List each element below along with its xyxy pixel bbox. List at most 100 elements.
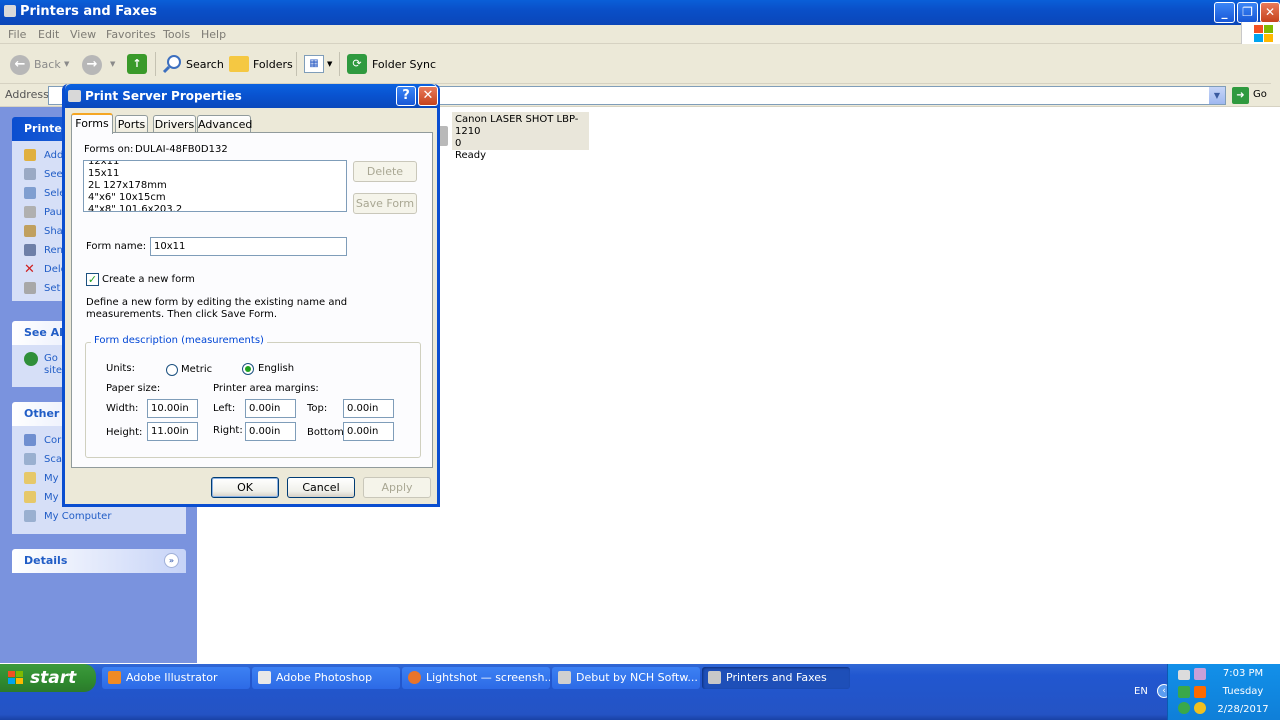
clock-day: Tuesday bbox=[1222, 686, 1264, 697]
task-rename-printer[interactable]: Ren bbox=[44, 245, 63, 256]
task-pause-printing[interactable]: Pau bbox=[44, 207, 62, 218]
folder-sync-icon[interactable]: ⟳ bbox=[347, 54, 367, 74]
place-my-pictures[interactable]: My bbox=[44, 492, 59, 503]
ok-button[interactable]: OK bbox=[211, 477, 279, 498]
maximize-button[interactable]: ❐ bbox=[1237, 2, 1258, 23]
go-arrow-icon[interactable]: ➜ bbox=[1232, 87, 1249, 104]
back-arrow-icon[interactable]: ← bbox=[10, 55, 30, 75]
forward-dropdown-icon[interactable]: ▼ bbox=[110, 60, 115, 68]
back-button[interactable]: Back bbox=[34, 55, 61, 75]
media-icon[interactable] bbox=[1194, 686, 1206, 698]
task-set-properties[interactable]: Set bbox=[44, 283, 60, 294]
search-button[interactable]: Search bbox=[186, 55, 224, 75]
english-label: English bbox=[258, 363, 295, 374]
pause-printing-icon bbox=[24, 206, 36, 218]
set-properties-icon bbox=[24, 282, 36, 294]
task-debut[interactable]: Debut by NCH Softw... bbox=[552, 667, 700, 689]
save-form-button[interactable]: Save Form bbox=[353, 193, 417, 214]
task-adobe-illustrator[interactable]: Adobe Illustrator bbox=[102, 667, 250, 689]
height-input[interactable]: 11.00in bbox=[147, 422, 198, 441]
network-icon[interactable] bbox=[1178, 670, 1190, 680]
tab-forms[interactable]: Forms bbox=[71, 113, 113, 134]
clock-time[interactable]: 7:03 PM bbox=[1213, 668, 1273, 679]
place-my-documents[interactable]: My bbox=[44, 473, 59, 484]
dialog-close-button[interactable]: ✕ bbox=[418, 86, 438, 106]
up-folder-icon[interactable]: ↑ bbox=[127, 54, 147, 74]
task-adobe-photoshop[interactable]: Adobe Photoshop bbox=[252, 667, 400, 689]
details-header[interactable]: Details » bbox=[12, 549, 186, 573]
address-dropdown-icon[interactable]: ▼ bbox=[1209, 87, 1225, 104]
menu-help[interactable]: Help bbox=[201, 28, 226, 41]
list-item[interactable]: 15x11 bbox=[88, 168, 346, 180]
expand-chevron-icon[interactable]: » bbox=[164, 553, 179, 568]
form-name-input[interactable]: 10x11 bbox=[150, 237, 347, 256]
folder-sync-button[interactable]: Folder Sync bbox=[372, 55, 436, 75]
start-button[interactable]: start bbox=[0, 664, 96, 692]
scanners-icon bbox=[24, 453, 36, 465]
task-add-printer[interactable]: Add bbox=[44, 150, 63, 161]
menu-view[interactable]: View bbox=[70, 28, 96, 41]
forms-list[interactable]: 12x11 15x11 2L 127x178mm 4"x6" 10x15cm 4… bbox=[83, 160, 347, 212]
right-margin-input[interactable]: 0.00in bbox=[245, 422, 296, 441]
list-item[interactable]: 4"x6" 10x15cm bbox=[88, 192, 346, 204]
close-button[interactable]: ✕ bbox=[1260, 2, 1280, 23]
height-label: Height: bbox=[106, 427, 143, 438]
see-also-link[interactable]: Go bbox=[44, 353, 58, 364]
back-dropdown-icon[interactable]: ▼ bbox=[64, 60, 69, 68]
see-printing-icon bbox=[24, 168, 36, 180]
printer-item[interactable]: Canon LASER SHOT LBP-1210 0 Ready bbox=[452, 112, 589, 161]
list-item[interactable]: 2L 127x178mm bbox=[88, 180, 346, 192]
forward-arrow-icon[interactable]: → bbox=[82, 55, 102, 75]
bottom-margin-input[interactable]: 0.00in bbox=[343, 422, 394, 441]
create-new-form-checkbox[interactable]: ✓ bbox=[86, 273, 99, 286]
english-radio[interactable] bbox=[242, 363, 254, 375]
sync-icon[interactable] bbox=[1178, 686, 1190, 698]
place-control-panel[interactable]: Cor bbox=[44, 435, 61, 446]
apply-button[interactable]: Apply bbox=[363, 477, 431, 498]
search-icon[interactable] bbox=[162, 54, 182, 74]
debut-icon bbox=[558, 671, 571, 684]
task-share-printer[interactable]: Sha bbox=[44, 226, 63, 237]
cancel-button[interactable]: Cancel bbox=[287, 477, 355, 498]
place-scanners[interactable]: Sca bbox=[44, 454, 62, 465]
right-margin-label: Right: bbox=[213, 425, 243, 436]
pen-icon[interactable] bbox=[1194, 668, 1206, 680]
update-icon[interactable] bbox=[1194, 702, 1206, 714]
task-printers-and-faxes[interactable]: Printers and Faxes bbox=[702, 667, 850, 689]
delete-button[interactable]: Delete bbox=[353, 161, 417, 182]
language-indicator[interactable]: EN bbox=[1134, 686, 1148, 697]
width-input[interactable]: 10.00in bbox=[147, 399, 198, 418]
top-margin-input[interactable]: 0.00in bbox=[343, 399, 394, 418]
security-icon[interactable] bbox=[1178, 702, 1190, 714]
views-dropdown-icon[interactable]: ▼ bbox=[327, 60, 332, 68]
see-also-link-continued[interactable]: site bbox=[44, 365, 62, 376]
printer-folder-icon bbox=[4, 5, 16, 17]
place-my-computer[interactable]: My Computer bbox=[44, 511, 111, 522]
menu-favorites[interactable]: Favorites bbox=[106, 28, 156, 41]
metric-label: Metric bbox=[181, 364, 213, 375]
task-see-printing[interactable]: See bbox=[44, 169, 63, 180]
help-button[interactable]: ? bbox=[396, 86, 416, 106]
folders-button[interactable]: Folders bbox=[253, 55, 293, 75]
metric-radio[interactable] bbox=[166, 364, 178, 376]
printer-margins-label: Printer area margins: bbox=[213, 383, 319, 394]
folders-icon[interactable] bbox=[229, 56, 249, 72]
window-title-bar[interactable]: Printers and Faxes _ ❐ ✕ bbox=[0, 0, 1280, 25]
photoshop-icon bbox=[258, 671, 271, 684]
minimize-button[interactable]: _ bbox=[1214, 2, 1235, 23]
dialog-title-bar[interactable]: Print Server Properties ? ✕ bbox=[65, 84, 438, 108]
toolbar-separator bbox=[339, 52, 340, 76]
views-icon[interactable]: ▦ bbox=[304, 55, 324, 73]
form-description-title: Form description (measurements) bbox=[91, 335, 267, 346]
menu-file[interactable]: File bbox=[8, 28, 26, 41]
left-margin-input[interactable]: 0.00in bbox=[245, 399, 296, 418]
task-lightshot[interactable]: Lightshot — screensh... bbox=[402, 667, 550, 689]
windows-logo bbox=[1241, 22, 1280, 45]
firefox-icon bbox=[408, 671, 421, 684]
list-item[interactable]: 12x11 bbox=[88, 161, 346, 168]
menu-tools[interactable]: Tools bbox=[163, 28, 190, 41]
go-button[interactable]: Go bbox=[1253, 89, 1267, 100]
list-item[interactable]: 4"x8" 101.6x203.2 bbox=[88, 204, 346, 211]
printer-name: Canon LASER SHOT LBP-1210 bbox=[455, 114, 579, 137]
menu-edit[interactable]: Edit bbox=[38, 28, 59, 41]
